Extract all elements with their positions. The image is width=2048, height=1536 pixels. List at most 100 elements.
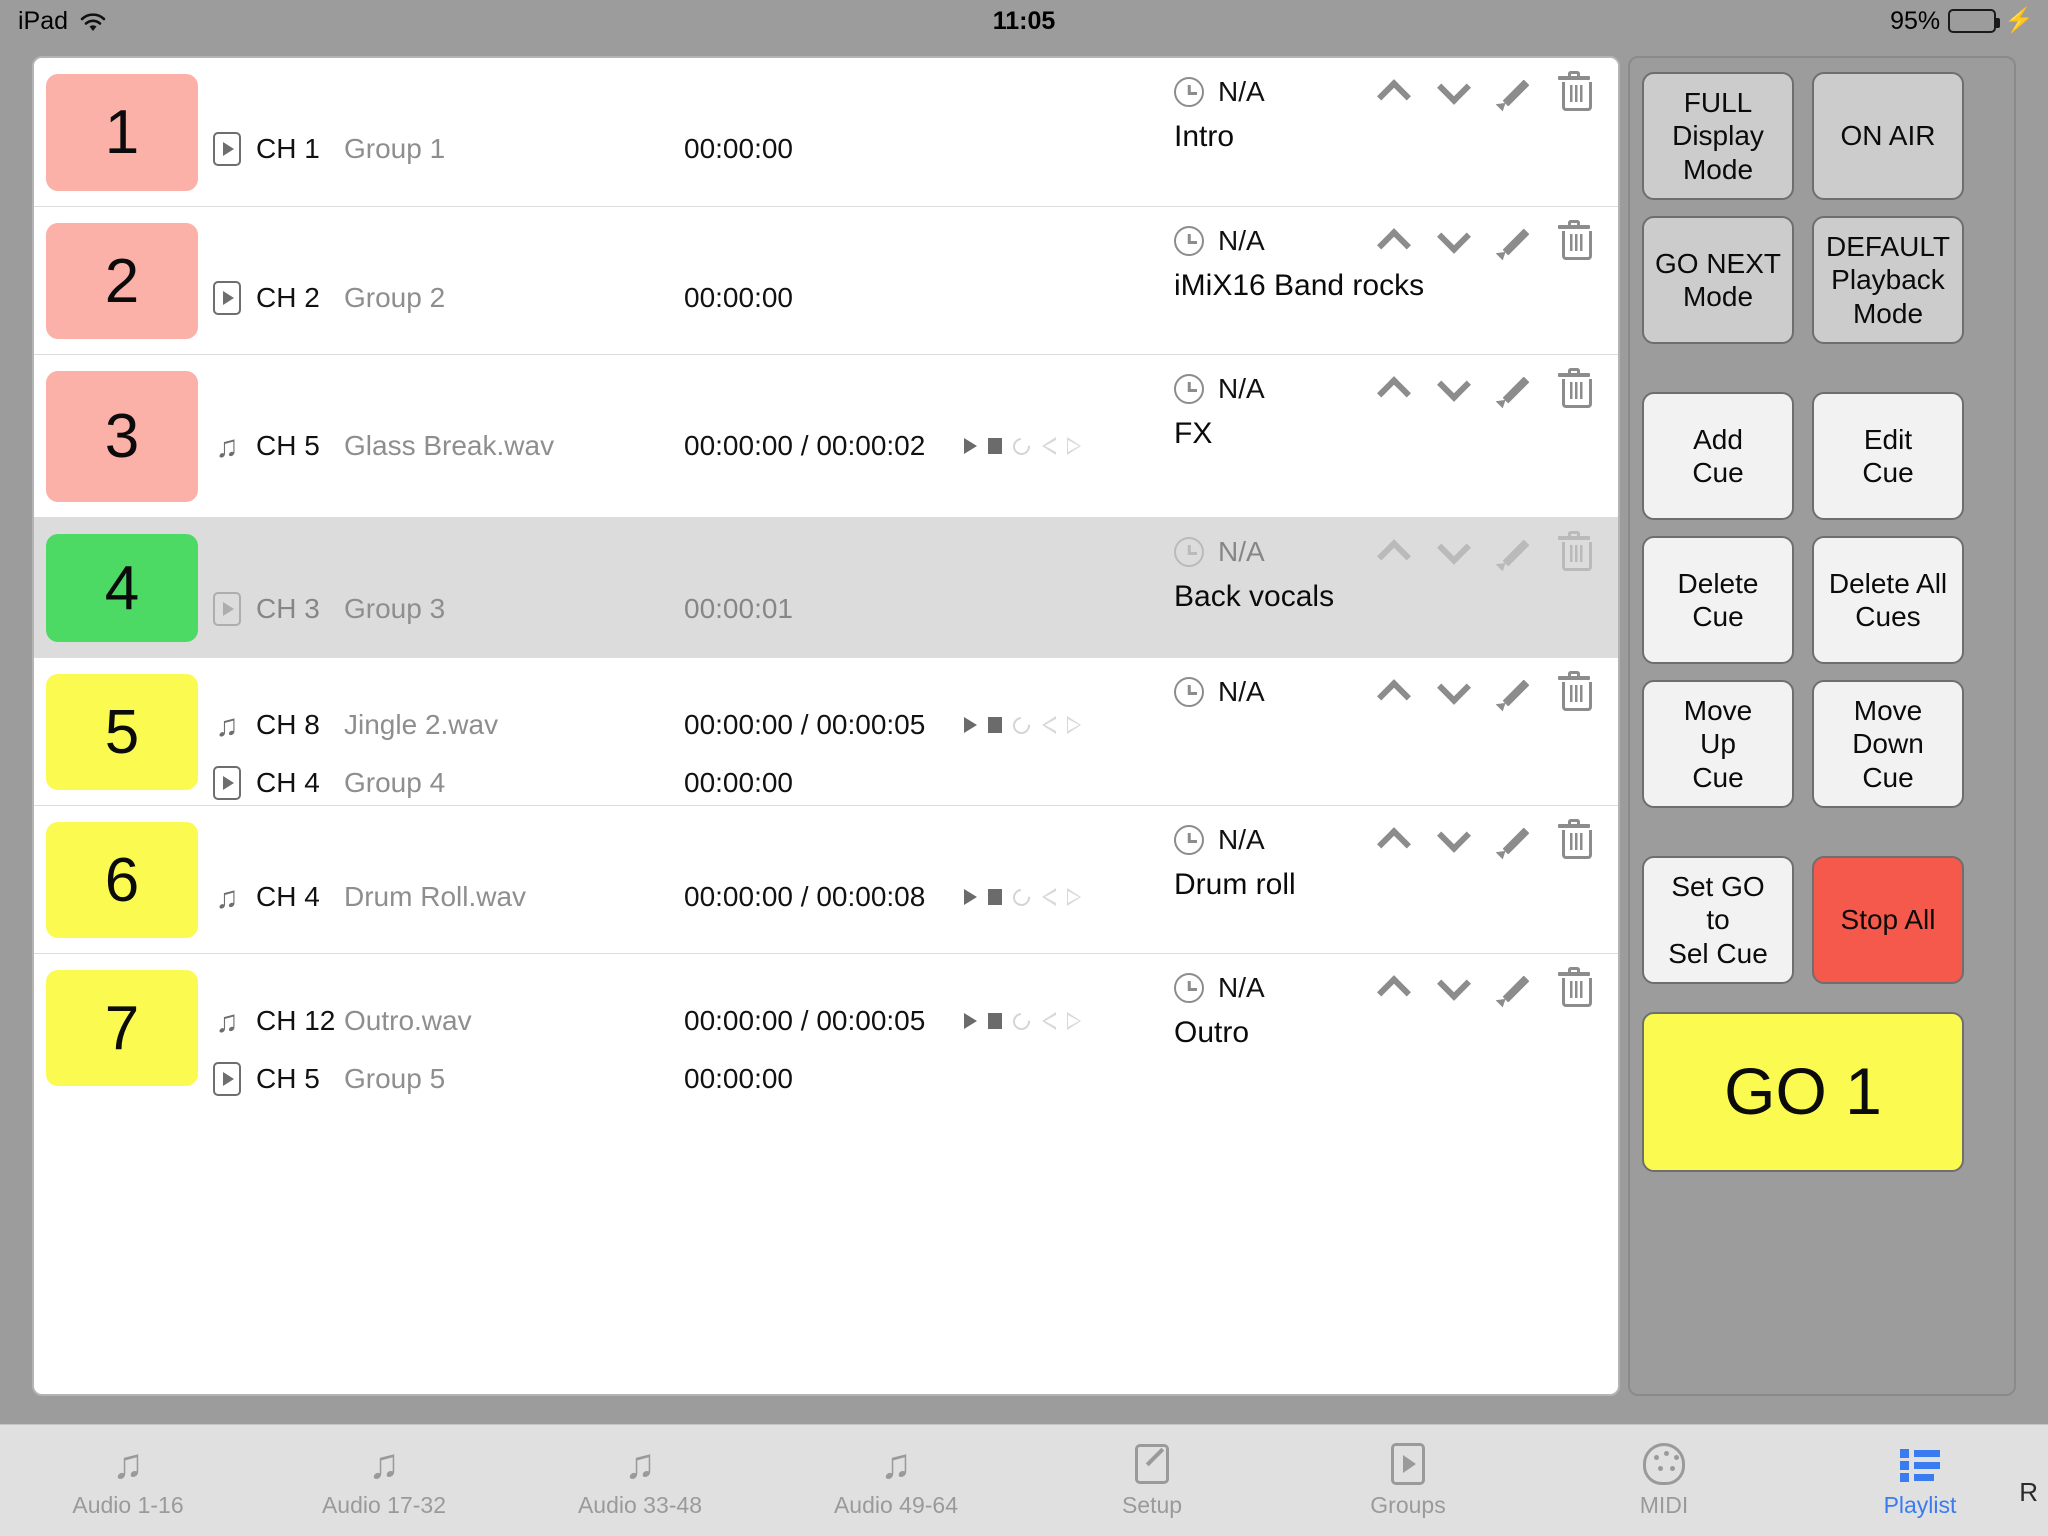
table-row[interactable]: 5 ♫ CH 8 Jingle 2.wav 00:00:00 / 00:00:05 CH … — [34, 658, 1618, 806]
move-up-icon[interactable] — [1364, 528, 1424, 576]
cue-number-badge[interactable]: 3 — [46, 371, 198, 502]
table-row[interactable]: 1 CH 1 Group 1 00:00:00 N/A Intro — [34, 58, 1618, 207]
transport-controls[interactable] — [954, 1009, 1081, 1033]
loop-icon[interactable] — [1009, 1009, 1034, 1033]
delete-icon[interactable] — [1544, 217, 1604, 265]
transport-controls[interactable] — [954, 434, 1081, 458]
loop-icon[interactable] — [1009, 434, 1034, 458]
mode-button-2[interactable]: GO NEXT Mode — [1642, 216, 1794, 344]
cue-number-badge[interactable]: 5 — [46, 674, 198, 790]
cue-number-badge[interactable]: 6 — [46, 822, 198, 938]
edit-icon[interactable] — [1484, 964, 1544, 1012]
previous-icon[interactable] — [1041, 437, 1056, 455]
list-item[interactable]: CH 5 Group 5 00:00:00 — [198, 1050, 1618, 1108]
tab-audio-49-64[interactable]: ♫ Audio 49-64 — [768, 1442, 1024, 1519]
cue-number-badge[interactable]: 7 — [46, 970, 198, 1086]
stop-icon[interactable] — [988, 1013, 1002, 1029]
next-icon[interactable] — [1067, 1012, 1081, 1030]
go-button[interactable]: GO 1 — [1642, 1012, 1964, 1172]
cue-number-badge[interactable]: 4 — [46, 534, 198, 642]
row-right-cluster: N/A Back vocals — [1174, 528, 1604, 614]
cue-button-0[interactable]: Add Cue — [1642, 392, 1794, 520]
mode-button-1[interactable]: ON AIR — [1812, 72, 1964, 200]
delete-icon[interactable] — [1544, 365, 1604, 413]
edit-icon[interactable] — [1484, 217, 1544, 265]
cue-number-badge[interactable]: 2 — [46, 223, 198, 339]
move-down-icon[interactable] — [1424, 365, 1484, 413]
cue-number-badge[interactable]: 1 — [46, 74, 198, 191]
move-down-icon[interactable] — [1424, 68, 1484, 116]
play-icon[interactable] — [964, 1013, 977, 1029]
move-down-icon[interactable] — [1424, 668, 1484, 716]
set-go-to-sel-cue-button[interactable]: Set GO to Sel Cue — [1642, 856, 1794, 984]
stop-icon[interactable] — [988, 438, 1002, 454]
cue-button-1[interactable]: Edit Cue — [1812, 392, 1964, 520]
move-down-icon[interactable] — [1424, 217, 1484, 265]
move-up-icon[interactable] — [1364, 816, 1424, 864]
transport-controls[interactable] — [954, 713, 1081, 737]
edit-icon[interactable] — [1484, 365, 1544, 413]
video-icon — [198, 281, 256, 315]
move-up-icon[interactable] — [1364, 217, 1424, 265]
next-icon[interactable] — [1067, 437, 1081, 455]
delete-icon[interactable] — [1544, 964, 1604, 1012]
transport-controls[interactable] — [954, 885, 1081, 909]
table-row[interactable]: 4 CH 3 Group 3 00:00:01 N/A Back vocals — [34, 518, 1618, 658]
list-item[interactable]: CH 4 Group 4 00:00:00 — [198, 754, 1618, 812]
row-actions — [1364, 68, 1604, 116]
music-note-icon: ♫ — [880, 1440, 912, 1487]
tab-setup[interactable]: Setup — [1024, 1442, 1280, 1519]
cue-button-4[interactable]: Move Up Cue — [1642, 680, 1794, 808]
playlist-panel[interactable]: 1 CH 1 Group 1 00:00:00 N/A Intro 2 CH 2 Group 2… — [32, 56, 1620, 1396]
mode-button-3[interactable]: DEFAULT Playback Mode — [1812, 216, 1964, 344]
delete-icon[interactable] — [1544, 816, 1604, 864]
delete-icon[interactable] — [1544, 528, 1604, 576]
cue-button-3[interactable]: Delete All Cues — [1812, 536, 1964, 664]
move-down-icon[interactable] — [1424, 964, 1484, 1012]
cue-button-5[interactable]: Move Down Cue — [1812, 680, 1964, 808]
tab-midi[interactable]: MIDI — [1536, 1442, 1792, 1519]
stop-icon[interactable] — [988, 889, 1002, 905]
table-row[interactable]: 2 CH 2 Group 2 00:00:00 N/A iMiX16 Band rocks — [34, 207, 1618, 355]
previous-icon[interactable] — [1041, 1012, 1056, 1030]
row-right-cluster: N/A — [1174, 668, 1604, 720]
mode-button-0[interactable]: FULL Display Mode — [1642, 72, 1794, 200]
next-icon[interactable] — [1067, 716, 1081, 734]
edit-icon[interactable] — [1484, 668, 1544, 716]
loop-icon[interactable] — [1009, 885, 1034, 909]
move-up-icon[interactable] — [1364, 68, 1424, 116]
stop-icon[interactable] — [988, 717, 1002, 733]
move-up-icon[interactable] — [1364, 365, 1424, 413]
play-icon[interactable] — [964, 438, 977, 454]
delete-icon[interactable] — [1544, 68, 1604, 116]
edit-icon[interactable] — [1484, 68, 1544, 116]
previous-icon[interactable] — [1041, 888, 1056, 906]
move-down-icon[interactable] — [1424, 816, 1484, 864]
cue-button-2[interactable]: Delete Cue — [1642, 536, 1794, 664]
time-label: 00:00:00 — [684, 1063, 793, 1094]
tab-audio-1-16[interactable]: ♫ Audio 1-16 — [0, 1442, 256, 1519]
edit-icon[interactable] — [1484, 816, 1544, 864]
loop-icon[interactable] — [1009, 713, 1034, 737]
previous-icon[interactable] — [1041, 716, 1056, 734]
cue-name-label: Outro — [1174, 1016, 1250, 1049]
move-up-icon[interactable] — [1364, 964, 1424, 1012]
table-row[interactable]: 7 ♫ CH 12 Outro.wav 00:00:00 / 00:00:05 CH 5 G… — [34, 954, 1618, 1102]
tab-audio-33-48[interactable]: ♫ Audio 33-48 — [512, 1442, 768, 1519]
move-up-icon[interactable] — [1364, 668, 1424, 716]
table-row[interactable]: 3 ♫ CH 5 Glass Break.wav 00:00:00 / 00:00:02… — [34, 355, 1618, 518]
play-icon[interactable] — [964, 717, 977, 733]
time-label: 00:00:00 / 00:00:08 — [684, 881, 926, 912]
move-down-icon[interactable] — [1424, 528, 1484, 576]
next-icon[interactable] — [1067, 888, 1081, 906]
tab-audio-17-32[interactable]: ♫ Audio 17-32 — [256, 1442, 512, 1519]
edit-icon[interactable] — [1484, 528, 1544, 576]
stop-all-button[interactable]: Stop All — [1812, 856, 1964, 984]
music-note-icon: ♫ — [215, 428, 239, 464]
delete-icon[interactable] — [1544, 668, 1604, 716]
tab-groups[interactable]: Groups — [1280, 1442, 1536, 1519]
table-row[interactable]: 6 ♫ CH 4 Drum Roll.wav 00:00:00 / 00:00:08 N/… — [34, 806, 1618, 954]
tab-playlist[interactable]: Playlist — [1792, 1442, 2048, 1519]
play-icon[interactable] — [964, 889, 977, 905]
time-label: 00:00:00 / 00:00:02 — [684, 430, 926, 461]
